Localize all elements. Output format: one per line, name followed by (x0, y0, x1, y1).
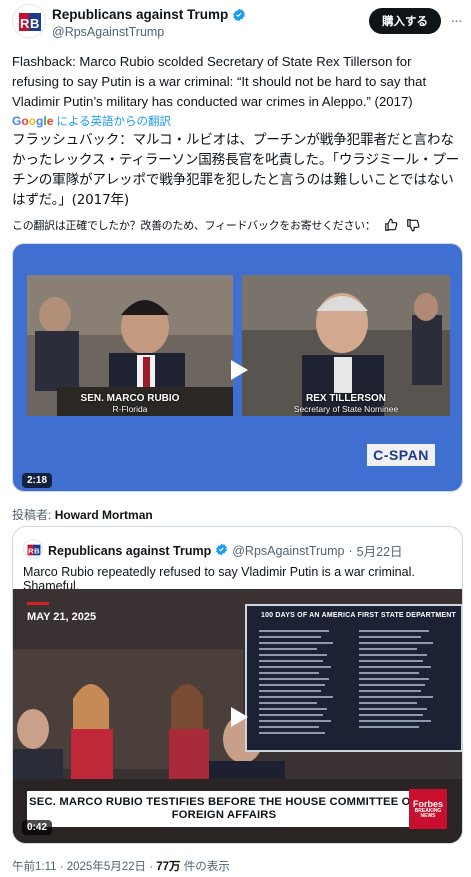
forbes-logo: Forbes BREAKING NEWS (409, 789, 447, 829)
video-date-badge: MAY 21, 2025 (27, 611, 97, 623)
svg-text:R: R (20, 16, 30, 31)
svg-text:B: B (30, 16, 39, 31)
video-frame-right: REX TILLERSON Secretary of State Nominee (242, 275, 450, 416)
quoted-author-avatar[interactable]: R B (23, 539, 43, 559)
svg-text:R: R (28, 547, 34, 556)
svg-text:B: B (34, 547, 40, 556)
left-speaker-title: R-Florida (112, 404, 148, 414)
right-speaker-name: REX TILLERSON (305, 393, 386, 404)
board-title: 100 DAYS OF AN AMERICA FIRST STATE DEPAR… (261, 612, 457, 619)
translation-attribution[interactable]: Google による英語からの翻訳 (12, 113, 171, 129)
translation-feedback: この翻訳は正確でしたか？改善のため、フィードバックをお寄せください： (12, 217, 420, 233)
google-logo: Google (12, 114, 54, 128)
left-speaker-name: SEN. MARCO RUBIO (80, 393, 180, 404)
quoted-video-duration: 0:42 (22, 820, 53, 835)
feedback-prompt: この翻訳は正確でしたか？改善のため、フィードバックをお寄せください： (12, 219, 376, 232)
tweet-text: Flashback: Marco Rubio scolded Secretary… (12, 54, 427, 109)
quoted-verified-badge-icon (215, 543, 228, 559)
more-options-icon[interactable]: ··· (446, 12, 466, 28)
video-frame-left: SEN. MARCO RUBIO R-Florida (27, 275, 233, 416)
quoted-separator: · (348, 543, 353, 558)
quoted-play-icon[interactable] (226, 704, 252, 730)
quoted-handle[interactable]: @RpsAgainstTrump (232, 544, 344, 558)
view-count-label: 件の表示 (183, 861, 230, 873)
post-timestamp[interactable]: 午前1:11 · 2025年5月22日 · (12, 861, 153, 873)
cspan-logo: C-SPAN (367, 444, 435, 466)
tweet-metadata: 午前1:11 · 2025年5月22日 · 77万 件の表示 (12, 858, 230, 874)
lower-third-caption: SEC. MARCO RUBIO TESTIFIES BEFORE THE HO… (27, 791, 421, 827)
right-speaker-title: Secretary of State Nominee (293, 404, 399, 414)
author-handle[interactable]: @RpsAgainstTrump (52, 25, 164, 39)
translated-text: フラッシュバック：マルコ・ルビオは、プーチンが戦争犯罪者だと言わなかったレックス… (12, 132, 460, 208)
translation-label: による英語からの翻訳 (56, 116, 172, 128)
lower-third-text: SEC. MARCO RUBIO TESTIFIES BEFORE THE HO… (29, 796, 419, 821)
contributor-credit: 投稿者: Howard Mortman (12, 506, 153, 523)
forbes-breaking: BREAKING NEWS (414, 808, 442, 819)
thumbs-down-icon[interactable] (406, 218, 420, 232)
quoted-display-name[interactable]: Republicans against Trump (48, 544, 211, 558)
author-avatar[interactable]: R B (12, 4, 46, 38)
contributor-name[interactable]: Howard Mortman (55, 508, 153, 522)
video-duration: 2:18 (22, 473, 53, 488)
tweet-header: R B Republicans against Trump @RpsAgains… (0, 0, 471, 44)
date-accent-bar (27, 602, 49, 605)
verified-badge-icon (232, 8, 246, 22)
play-icon[interactable] (226, 357, 252, 383)
quoted-tweet[interactable]: R B Republicans against Trump @RpsAgains… (12, 526, 463, 844)
quoted-date[interactable]: 5月22日 (357, 541, 403, 560)
author-display-name[interactable]: Republicans against Trump (52, 7, 228, 22)
quoted-video-player[interactable]: MAY 21, 2025 100 DAYS OF AN AMERICA FIRS… (13, 589, 462, 843)
buy-button[interactable]: 購入する (369, 8, 441, 34)
contributor-label: 投稿者: (12, 508, 52, 522)
presentation-board: 100 DAYS OF AN AMERICA FIRST STATE DEPAR… (245, 604, 462, 752)
view-count: 77万 (156, 861, 181, 873)
video-player[interactable]: SEN. MARCO RUBIO R-Florida REX TILLERSON… (12, 243, 463, 492)
thumbs-up-icon[interactable] (384, 218, 398, 232)
